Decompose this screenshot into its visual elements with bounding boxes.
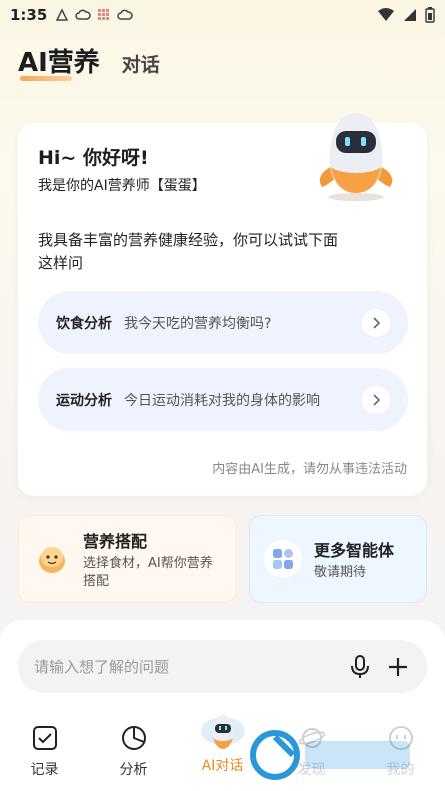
nav-item-record[interactable]: 记录 — [0, 715, 89, 791]
status-time: 1:35 — [10, 6, 48, 24]
nav-label: AI对话 — [201, 758, 244, 774]
suggestion-question: 今日运动消耗对我的身体的影响 — [124, 392, 320, 409]
wifi-icon — [378, 8, 394, 21]
shortcut-title: 更多智能体 — [314, 540, 395, 560]
watermark-logo — [245, 725, 420, 785]
intro-line: 我是你的AI营养师【蛋蛋】 — [38, 178, 206, 194]
header: AI营养 对话 — [18, 42, 160, 81]
status-bar: 1:35 — [0, 0, 445, 30]
signal-icon — [404, 9, 416, 21]
checkbox-icon — [30, 723, 60, 753]
suggestion-exercise-analysis[interactable]: 运动分析 今日运动消耗对我的身体的影响 — [38, 368, 408, 431]
more-agents-card[interactable]: 更多智能体 敬请期待 — [249, 515, 427, 603]
question-input[interactable] — [34, 657, 335, 676]
egg-robot-icon — [200, 713, 246, 749]
nav-item-analysis[interactable]: 分析 — [89, 715, 178, 791]
shortcut-subtitle: 敬请期待 — [314, 564, 367, 580]
shortcut-title: 营养搭配 — [83, 531, 148, 551]
suggestion-question: 我今天吃的营养均衡吗? — [124, 315, 272, 332]
assistant-card: Hi~ 你好呀! 我是你的AI营养师【蛋蛋】 我具备丰富的营养健康经验，你可以试… — [18, 113, 427, 496]
description: 我具备丰富的营养健康经验，你可以试试下面这样问 — [38, 231, 339, 272]
mascot-icon — [33, 540, 71, 578]
suggestion-label: 运动分析 — [56, 392, 112, 409]
notification-icon — [56, 8, 69, 21]
egg-robot-icon — [319, 113, 393, 201]
microphone-icon[interactable] — [347, 654, 373, 680]
shortcut-subtitle: 选择食材，AI帮你营养搭配 — [83, 555, 213, 589]
nutrition-pairing-card[interactable]: 营养搭配 选择食材，AI帮你营养搭配 — [18, 515, 237, 603]
apps-grid-icon — [264, 540, 302, 578]
nav-label: 分析 — [119, 762, 148, 778]
ai-disclaimer: 内容由AI生成，请勿从事违法活动 — [212, 462, 407, 477]
suggestion-diet-analysis[interactable]: 饮食分析 我今天吃的营养均衡吗? — [38, 291, 408, 354]
cloud-icon — [75, 9, 92, 20]
battery-icon — [425, 7, 435, 23]
plus-icon[interactable] — [385, 654, 411, 680]
status-system-icons — [377, 7, 435, 23]
grid-icon — [98, 9, 110, 20]
chevron-right-icon — [362, 385, 390, 414]
status-notification-icons — [55, 8, 134, 22]
page-title[interactable]: AI营养 — [18, 42, 100, 81]
tab-chat[interactable]: 对话 — [122, 50, 160, 77]
nav-label: 记录 — [30, 762, 59, 778]
pie-chart-icon — [119, 723, 149, 753]
suggestion-label: 饮食分析 — [56, 315, 112, 332]
chevron-right-icon — [362, 308, 390, 337]
greeting: Hi~ 你好呀! — [38, 147, 149, 169]
chat-input-bar — [18, 640, 427, 693]
cloud-icon — [117, 9, 134, 20]
